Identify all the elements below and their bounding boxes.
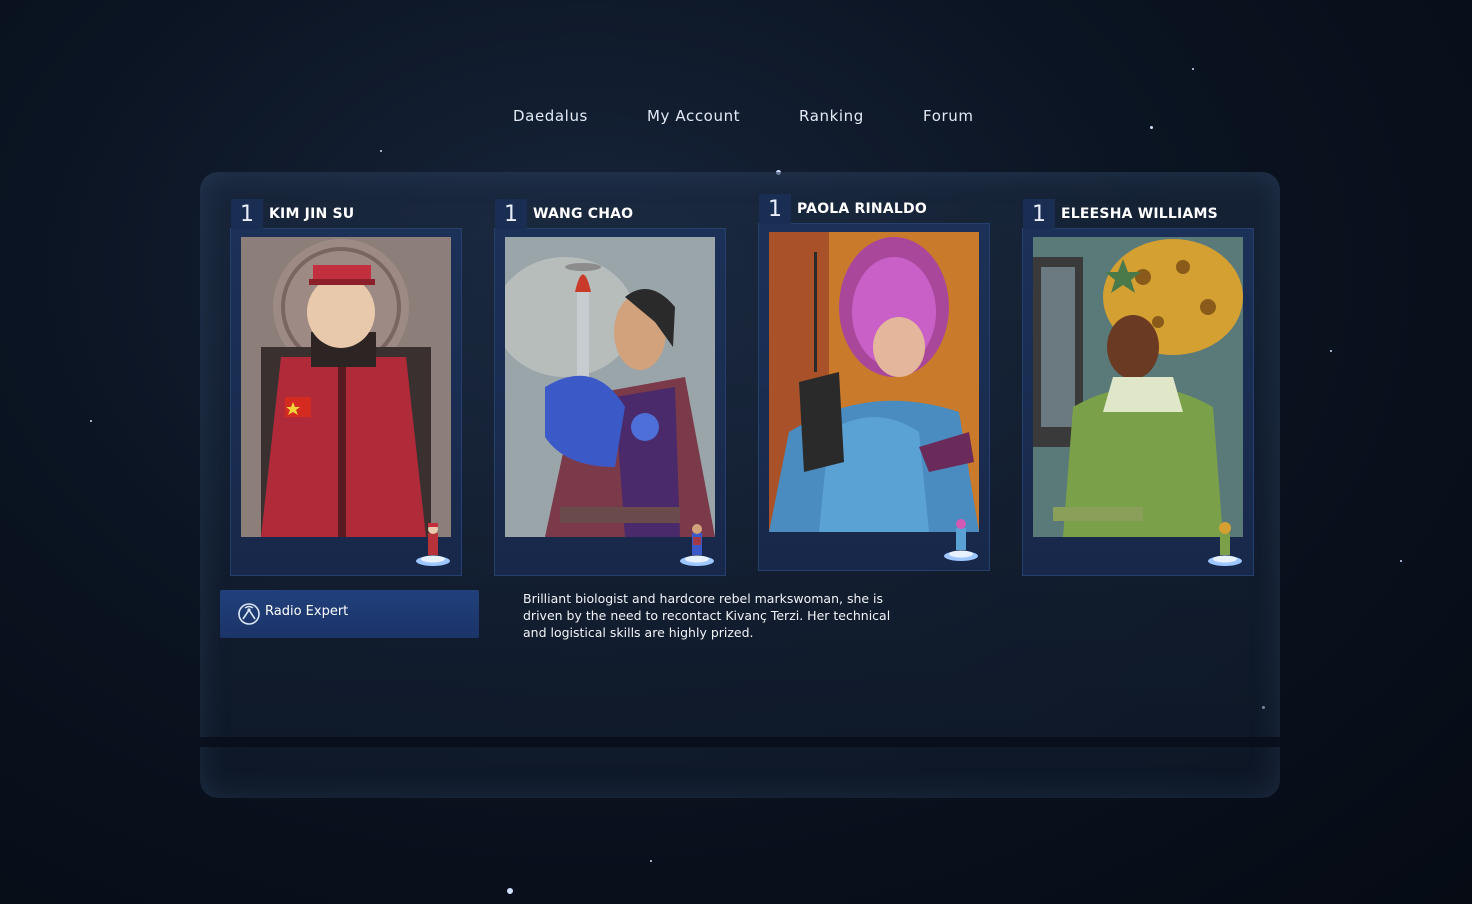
character-description: Brilliant biologist and hardcore rebel m… [523, 591, 891, 640]
character-name: ELEESHA WILLIAMS [1061, 206, 1218, 222]
character-portrait [769, 232, 979, 532]
top-nav: Daedalus My Account Ranking Forum [0, 107, 1472, 127]
radio-icon [238, 603, 260, 625]
character-portrait [505, 237, 715, 537]
character-figurine-icon [680, 524, 714, 566]
character-level: 1 [231, 199, 263, 229]
character-name: WANG CHAO [533, 206, 634, 222]
star [380, 150, 382, 152]
character-card-kim-jin-su[interactable]: 1 KIM JIN SU [231, 199, 461, 575]
character-figurine-icon [416, 523, 450, 566]
character-card-paola-rinaldo[interactable]: 1 PAOLA RINALDO [759, 194, 989, 570]
character-level: 1 [495, 199, 527, 229]
nav-item-my-account[interactable]: My Account [647, 107, 740, 125]
card-header: 1 ELEESHA WILLIAMS [1023, 199, 1253, 229]
character-card-eleesha-williams[interactable]: 1 ELEESHA WILLIAMS [1023, 199, 1253, 575]
star [650, 860, 652, 862]
nav-item-ranking[interactable]: Ranking [799, 107, 864, 125]
star [507, 888, 513, 894]
character-figurine-icon [1208, 522, 1242, 566]
star [1400, 560, 1402, 562]
panel-divider [200, 737, 1280, 747]
card-header: 1 PAOLA RINALDO [759, 194, 989, 224]
character-level: 1 [1023, 199, 1055, 229]
character-name: PAOLA RINALDO [797, 201, 927, 217]
star [1192, 68, 1194, 70]
character-card-wang-chao[interactable]: 1 WANG CHAO [495, 199, 725, 575]
character-name: KIM JIN SU [269, 206, 355, 222]
character-level: 1 [759, 194, 791, 224]
nav-item-forum[interactable]: Forum [923, 107, 974, 125]
nav-item-daedalus[interactable]: Daedalus [513, 107, 588, 125]
star [1330, 350, 1332, 352]
character-portrait [1033, 237, 1243, 537]
card-header: 1 KIM JIN SU [231, 199, 461, 229]
skill-radio-expert[interactable]: Radio Expert [220, 590, 479, 638]
skill-label: Radio Expert [265, 604, 349, 619]
card-header: 1 WANG CHAO [495, 199, 725, 229]
character-figurine-icon [944, 519, 978, 561]
character-portrait [241, 237, 451, 537]
star [90, 420, 92, 422]
